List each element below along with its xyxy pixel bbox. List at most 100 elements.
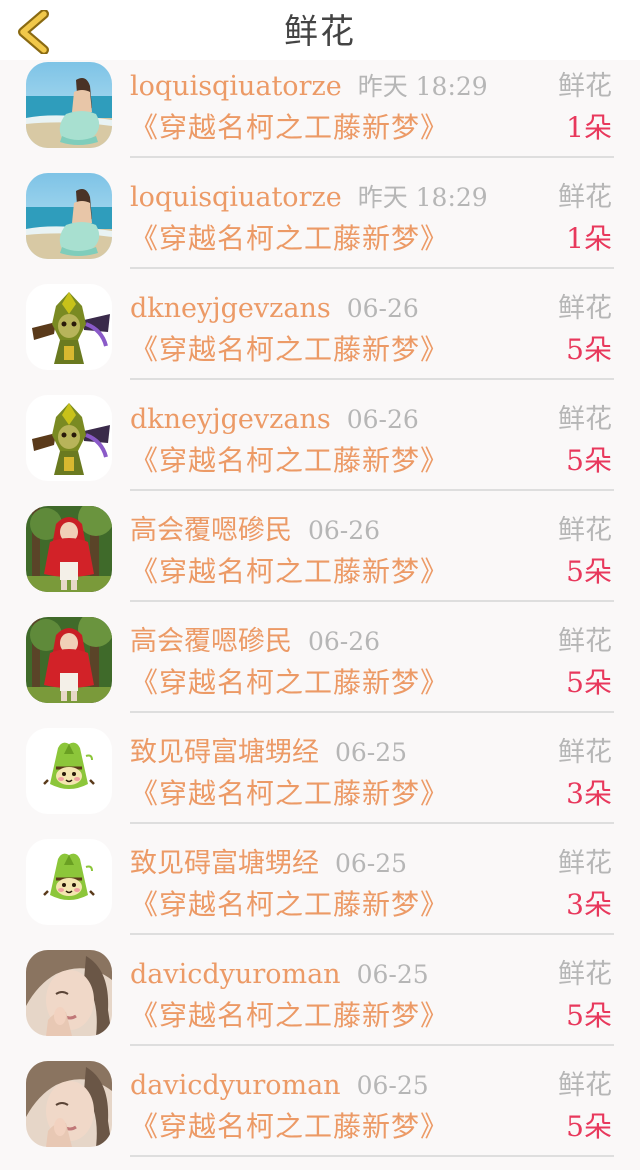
list-item[interactable]: davicdyuroman 06-25 鲜花 《穿越名柯之工藤新梦》 5朵: [0, 1059, 640, 1170]
username: 致见碍富塘甥经 06-25: [130, 846, 407, 882]
gift-count: 5朵: [566, 333, 612, 366]
divider: [130, 267, 614, 269]
divider: [130, 156, 614, 158]
timestamp: 昨天 18:29: [357, 72, 488, 101]
list-item[interactable]: 致见碍富塘甥经 06-25 鲜花 《穿越名柯之工藤新梦》 3朵: [0, 726, 640, 837]
beach-woman-avatar-icon: [26, 62, 112, 148]
game-character-avatar-icon: [26, 395, 112, 481]
username: davicdyuroman 06-25: [130, 957, 429, 993]
gift-count: 3朵: [566, 777, 612, 810]
gift-count: 1朵: [566, 222, 612, 255]
username: davicdyuroman 06-25: [130, 1068, 429, 1104]
username: 高会覆嗯磣民 06-26: [130, 624, 380, 660]
avatar[interactable]: [26, 839, 112, 925]
timestamp: 06-26: [308, 627, 381, 656]
timestamp: 昨天 18:29: [357, 183, 488, 212]
avatar[interactable]: [26, 1061, 112, 1147]
woman-portrait-avatar-icon: [26, 1061, 112, 1147]
red-hood-girl-avatar-icon: [26, 617, 112, 703]
avatar[interactable]: [26, 173, 112, 259]
username-text: dkneyjgevzans: [130, 293, 331, 324]
divider: [130, 933, 614, 935]
book-title: 《穿越名柯之工藤新梦》: [130, 111, 450, 144]
timestamp: 06-26: [346, 405, 419, 434]
top-bar: 鲜花: [0, 0, 640, 60]
timestamp: 06-25: [335, 849, 408, 878]
username: dkneyjgevzans 06-26: [130, 402, 419, 438]
woman-portrait-avatar-icon: [26, 950, 112, 1036]
divider: [130, 1044, 614, 1046]
avatar[interactable]: [26, 395, 112, 481]
book-title: 《穿越名柯之工藤新梦》: [130, 888, 450, 921]
book-title: 《穿越名柯之工藤新梦》: [130, 666, 450, 699]
game-character-avatar-icon: [26, 284, 112, 370]
gift-type: 鲜花: [558, 404, 612, 435]
list-item[interactable]: 高会覆嗯磣民 06-26 鲜花 《穿越名柯之工藤新梦》 5朵: [0, 504, 640, 615]
gift-count: 5朵: [566, 999, 612, 1032]
gift-type: 鲜花: [558, 293, 612, 324]
divider: [130, 600, 614, 602]
gift-type: 鲜花: [558, 515, 612, 546]
username: loquisqiuatorze 昨天 18:29: [130, 180, 488, 216]
list-item[interactable]: davicdyuroman 06-25 鲜花 《穿越名柯之工藤新梦》 5朵: [0, 948, 640, 1059]
username: 高会覆嗯磣民 06-26: [130, 513, 380, 549]
list-item[interactable]: 致见碍富塘甥经 06-25 鲜花 《穿越名柯之工藤新梦》 3朵: [0, 837, 640, 948]
book-title: 《穿越名柯之工藤新梦》: [130, 333, 450, 366]
list-item[interactable]: dkneyjgevzans 06-26 鲜花 《穿越名柯之工藤新梦》 5朵: [0, 282, 640, 393]
gift-count: 5朵: [566, 666, 612, 699]
username-text: davicdyuroman: [130, 959, 341, 990]
divider: [130, 1155, 614, 1157]
username-text: 高会覆嗯磣民: [130, 626, 292, 657]
gift-type: 鲜花: [558, 1070, 612, 1101]
timestamp: 06-26: [346, 294, 419, 323]
list-item[interactable]: loquisqiuatorze 昨天 18:29 鲜花 《穿越名柯之工藤新梦》 1…: [0, 60, 640, 171]
username-text: 致见碍富塘甥经: [130, 737, 319, 768]
flower-gift-list: loquisqiuatorze 昨天 18:29 鲜花 《穿越名柯之工藤新梦》 1…: [0, 60, 640, 1170]
username-text: 高会覆嗯磣民: [130, 515, 292, 546]
gift-type: 鲜花: [558, 959, 612, 990]
gift-type: 鲜花: [558, 626, 612, 657]
divider: [130, 489, 614, 491]
book-title: 《穿越名柯之工藤新梦》: [130, 555, 450, 588]
username-text: 致见碍富塘甥经: [130, 848, 319, 879]
book-title: 《穿越名柯之工藤新梦》: [130, 777, 450, 810]
gift-type: 鲜花: [558, 71, 612, 102]
username: dkneyjgevzans 06-26: [130, 291, 419, 327]
list-item[interactable]: 高会覆嗯磣民 06-26 鲜花 《穿越名柯之工藤新梦》 5朵: [0, 615, 640, 726]
beach-woman-avatar-icon: [26, 173, 112, 259]
gift-type: 鲜花: [558, 737, 612, 768]
book-title: 《穿越名柯之工藤新梦》: [130, 222, 450, 255]
list-item[interactable]: loquisqiuatorze 昨天 18:29 鲜花 《穿越名柯之工藤新梦》 1…: [0, 171, 640, 282]
avatar[interactable]: [26, 284, 112, 370]
gift-count: 5朵: [566, 1110, 612, 1143]
avatar[interactable]: [26, 950, 112, 1036]
zongzi-cartoon-avatar-icon: [26, 728, 112, 814]
username: loquisqiuatorze 昨天 18:29: [130, 69, 488, 105]
avatar[interactable]: [26, 617, 112, 703]
book-title: 《穿越名柯之工藤新梦》: [130, 999, 450, 1032]
gift-type: 鲜花: [558, 848, 612, 879]
book-title: 《穿越名柯之工藤新梦》: [130, 444, 450, 477]
gift-type: 鲜花: [558, 182, 612, 213]
timestamp: 06-25: [356, 960, 429, 989]
gift-count: 5朵: [566, 555, 612, 588]
gift-count: 5朵: [566, 444, 612, 477]
avatar[interactable]: [26, 506, 112, 592]
timestamp: 06-25: [335, 738, 408, 767]
username-text: loquisqiuatorze: [130, 182, 342, 213]
gift-count: 3朵: [566, 888, 612, 921]
list-item[interactable]: dkneyjgevzans 06-26 鲜花 《穿越名柯之工藤新梦》 5朵: [0, 393, 640, 504]
avatar[interactable]: [26, 62, 112, 148]
username-text: dkneyjgevzans: [130, 404, 331, 435]
timestamp: 06-26: [308, 516, 381, 545]
divider: [130, 378, 614, 380]
timestamp: 06-25: [356, 1071, 429, 1100]
username-text: loquisqiuatorze: [130, 71, 342, 102]
gift-count: 1朵: [566, 111, 612, 144]
page-title: 鲜花: [284, 12, 356, 52]
book-title: 《穿越名柯之工藤新梦》: [130, 1110, 450, 1143]
divider: [130, 822, 614, 824]
zongzi-cartoon-avatar-icon: [26, 839, 112, 925]
divider: [130, 711, 614, 713]
avatar[interactable]: [26, 728, 112, 814]
